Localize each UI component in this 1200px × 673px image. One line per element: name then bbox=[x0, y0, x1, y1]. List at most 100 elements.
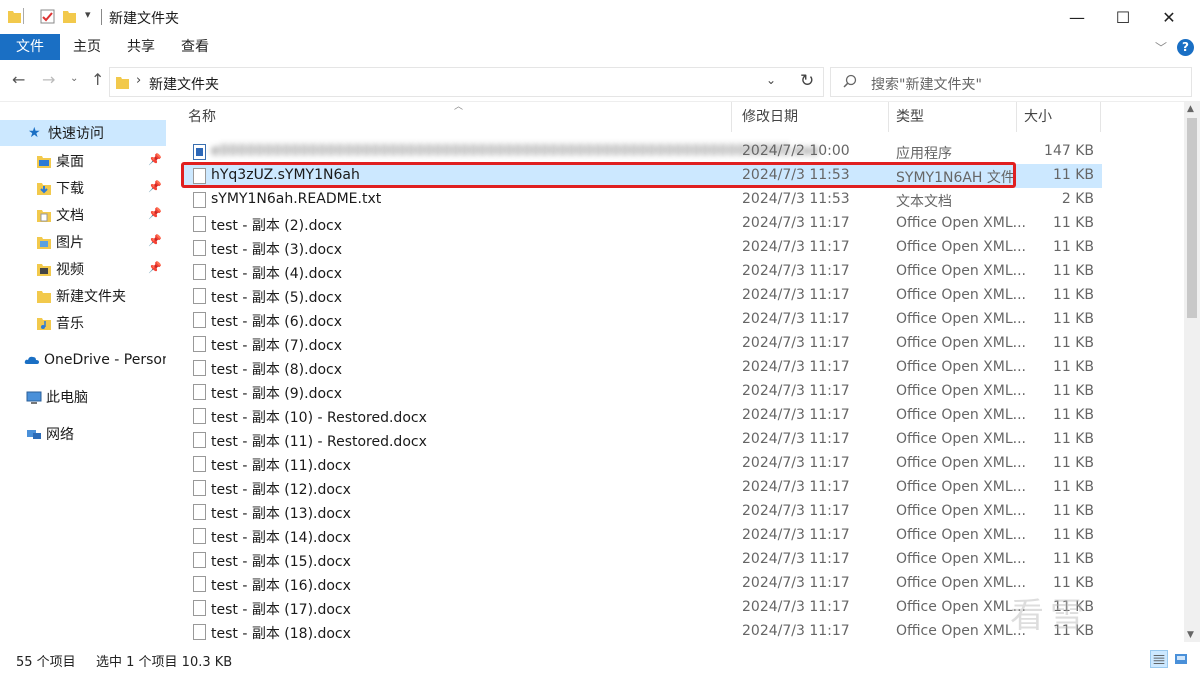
file-date: 2024/7/3 11:17 bbox=[742, 335, 850, 351]
pin-icon[interactable]: 📌 bbox=[148, 234, 162, 247]
minimize-button[interactable]: — bbox=[1054, 0, 1100, 34]
file-size: 11 KB bbox=[1052, 359, 1094, 375]
column-divider[interactable] bbox=[1016, 102, 1017, 132]
table-row[interactable]: test - 副本 (4).docx 2024/7/3 11:17 Office O… bbox=[182, 260, 1102, 284]
tab-view[interactable]: 查看 bbox=[174, 34, 216, 60]
table-row[interactable]: e000000000000000000000000000000000000000… bbox=[182, 140, 1102, 164]
column-divider[interactable] bbox=[888, 102, 889, 132]
tab-share[interactable]: 共享 bbox=[120, 34, 162, 60]
file-date: 2024/7/3 11:17 bbox=[742, 359, 850, 375]
customize-quick-access-icon[interactable]: ▾ bbox=[85, 8, 91, 21]
nav-this-pc[interactable]: 此电脑 bbox=[0, 384, 166, 410]
file-type: Office Open XML... bbox=[896, 311, 1026, 327]
table-row[interactable]: test - 副本 (17).docx 2024/7/3 11:17 Office … bbox=[182, 596, 1102, 620]
file-name: test - 副本 (7).docx bbox=[211, 338, 343, 354]
file-type: Office Open XML... bbox=[896, 431, 1026, 447]
file-name: test - 副本 (4).docx bbox=[211, 266, 343, 282]
nav-pictures[interactable]: 图片 📌 bbox=[0, 229, 166, 255]
new-folder-icon[interactable] bbox=[63, 9, 76, 23]
table-row[interactable]: test - 副本 (2).docx 2024/7/3 11:17 Office O… bbox=[182, 212, 1102, 236]
annotation-highlight-box bbox=[181, 162, 1016, 188]
file-size: 11 KB bbox=[1052, 263, 1094, 279]
table-row[interactable]: sYMY1N6ah.README.txt 2024/7/3 11:53 文本文档 2 … bbox=[182, 188, 1102, 212]
scrollbar-thumb[interactable] bbox=[1187, 118, 1197, 318]
table-row[interactable]: test - 副本 (8).docx 2024/7/3 11:17 Office O… bbox=[182, 356, 1102, 380]
file-date: 2024/7/3 11:17 bbox=[742, 455, 850, 471]
address-bar[interactable]: › 新建文件夹 ⌄ ↻ bbox=[109, 67, 824, 97]
vertical-scrollbar[interactable]: ▲ ▼ bbox=[1184, 102, 1200, 642]
refresh-icon[interactable]: ↻ bbox=[800, 71, 814, 91]
scroll-down-icon[interactable]: ▼ bbox=[1187, 630, 1194, 640]
nav-downloads[interactable]: 下载 📌 bbox=[0, 175, 166, 201]
nav-quick-access[interactable]: ★ 快速访问 bbox=[0, 120, 166, 146]
details-view-icon[interactable] bbox=[1150, 650, 1168, 668]
address-dropdown-icon[interactable]: ⌄ bbox=[766, 73, 776, 87]
search-input[interactable]: 搜索"新建文件夹" bbox=[830, 67, 1192, 97]
column-divider[interactable] bbox=[1100, 102, 1101, 132]
pin-icon[interactable]: 📌 bbox=[148, 180, 162, 193]
nav-network[interactable]: 网络 bbox=[0, 421, 166, 447]
properties-icon[interactable] bbox=[40, 9, 55, 24]
file-type: Office Open XML... bbox=[896, 287, 1026, 303]
nav-documents[interactable]: 文档 📌 bbox=[0, 202, 166, 228]
table-row[interactable]: test - 副本 (9).docx 2024/7/3 11:17 Office O… bbox=[182, 380, 1102, 404]
column-header-name[interactable]: 名称 bbox=[188, 102, 216, 132]
table-row[interactable]: test - 副本 (18).docx 2024/7/3 11:17 Office … bbox=[182, 620, 1102, 644]
close-button[interactable]: ✕ bbox=[1146, 0, 1192, 34]
table-row[interactable]: test - 副本 (5).docx 2024/7/3 11:17 Office O… bbox=[182, 284, 1102, 308]
tab-file[interactable]: 文件 bbox=[0, 34, 60, 60]
column-header-type[interactable]: 类型 bbox=[896, 102, 924, 132]
up-arrow-icon[interactable]: ↑ bbox=[91, 70, 104, 89]
file-icon bbox=[193, 360, 206, 376]
large-icons-view-icon[interactable] bbox=[1172, 650, 1190, 668]
table-row[interactable]: test - 副本 (13).docx 2024/7/3 11:17 Office … bbox=[182, 500, 1102, 524]
nav-music[interactable]: 音乐 bbox=[0, 310, 166, 336]
nav-videos[interactable]: 视频 📌 bbox=[0, 256, 166, 282]
file-icon bbox=[193, 384, 206, 400]
nav-label: 此电脑 bbox=[46, 390, 88, 406]
table-row[interactable]: test - 副本 (7).docx 2024/7/3 11:17 Office O… bbox=[182, 332, 1102, 356]
file-name: test - 副本 (10) - Restored.docx bbox=[211, 410, 427, 426]
table-row[interactable]: test - 副本 (10) - Restored.docx 2024/7/3 1… bbox=[182, 404, 1102, 428]
table-row[interactable]: test - 副本 (14).docx 2024/7/3 11:17 Office … bbox=[182, 524, 1102, 548]
file-name: test - 副本 (11).docx bbox=[211, 458, 351, 474]
table-row[interactable]: test - 副本 (16).docx 2024/7/3 11:17 Office … bbox=[182, 572, 1102, 596]
breadcrumb-current[interactable]: 新建文件夹 bbox=[149, 74, 219, 94]
scroll-up-icon[interactable]: ▲ bbox=[1187, 104, 1194, 114]
pictures-folder-icon bbox=[37, 237, 51, 249]
file-date: 2024/7/3 11:17 bbox=[742, 407, 850, 423]
recent-locations-icon[interactable]: ⌄ bbox=[70, 73, 78, 84]
pin-icon[interactable]: 📌 bbox=[148, 153, 162, 166]
column-header-size[interactable]: 大小 bbox=[1024, 102, 1052, 132]
column-divider[interactable] bbox=[731, 102, 732, 132]
nav-label: 下载 bbox=[56, 181, 84, 197]
pin-icon[interactable]: 📌 bbox=[148, 261, 162, 274]
nav-onedrive[interactable]: OneDrive - Personal bbox=[0, 347, 166, 373]
breadcrumb-chevron-icon[interactable]: › bbox=[136, 73, 141, 88]
forward-arrow-icon[interactable]: → bbox=[42, 70, 55, 89]
table-row[interactable]: test - 副本 (11).docx 2024/7/3 11:17 Office … bbox=[182, 452, 1102, 476]
table-row[interactable]: test - 副本 (11) - Restored.docx 2024/7/3 1… bbox=[182, 428, 1102, 452]
back-arrow-icon[interactable]: ← bbox=[12, 70, 25, 89]
nav-label: 快速访问 bbox=[48, 126, 104, 142]
file-type: Office Open XML... bbox=[896, 599, 1026, 615]
maximize-button[interactable]: ☐ bbox=[1100, 0, 1146, 34]
file-date: 2024/7/3 11:17 bbox=[742, 575, 850, 591]
nav-new-folder[interactable]: 新建文件夹 bbox=[0, 283, 166, 309]
tab-home[interactable]: 主页 bbox=[66, 34, 108, 60]
cloud-icon bbox=[24, 356, 39, 364]
nav-desktop[interactable]: 桌面 📌 bbox=[0, 148, 166, 174]
file-name: test - 副本 (18).docx bbox=[211, 626, 351, 642]
expand-ribbon-icon[interactable]: ﹀ bbox=[1155, 39, 1167, 56]
file-icon bbox=[193, 576, 206, 592]
help-icon[interactable]: ? bbox=[1177, 38, 1194, 56]
pin-icon[interactable]: 📌 bbox=[148, 207, 162, 220]
table-row[interactable]: test - 副本 (6).docx 2024/7/3 11:17 Office O… bbox=[182, 308, 1102, 332]
column-header-date[interactable]: 修改日期 bbox=[742, 102, 798, 132]
table-row[interactable]: test - 副本 (3).docx 2024/7/3 11:17 Office O… bbox=[182, 236, 1102, 260]
network-icon bbox=[27, 430, 41, 439]
table-row[interactable]: test - 副本 (12).docx 2024/7/3 11:17 Office … bbox=[182, 476, 1102, 500]
file-name: test - 副本 (3).docx bbox=[211, 242, 343, 258]
table-row[interactable]: test - 副本 (15).docx 2024/7/3 11:17 Office … bbox=[182, 548, 1102, 572]
file-name: test - 副本 (2).docx bbox=[211, 218, 343, 234]
